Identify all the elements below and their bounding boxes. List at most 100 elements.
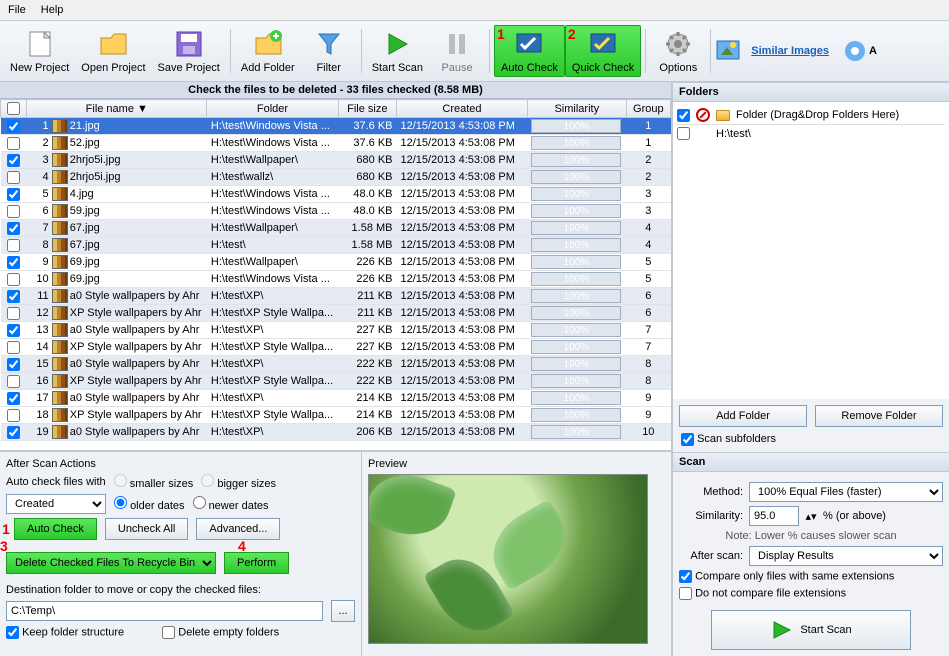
table-row[interactable]: 4 2hrjo5i.jpgH:\test\wallz\680 KB12/15/2… (1, 169, 671, 186)
row-check[interactable] (7, 324, 20, 337)
open-project-button[interactable]: Open Project (75, 26, 151, 76)
row-check[interactable] (7, 188, 20, 201)
row-check[interactable] (7, 137, 20, 150)
col-sim[interactable]: Similarity (527, 100, 626, 118)
row-check[interactable] (7, 358, 20, 371)
newer-dates-radio[interactable]: newer dates (193, 496, 269, 512)
folders-hint: Folder (Drag&Drop Folders Here) (736, 109, 899, 121)
row-check[interactable] (7, 273, 20, 286)
dest-folder-input[interactable] (6, 601, 323, 621)
thumb-icon (52, 204, 68, 218)
menu-help[interactable]: Help (41, 4, 64, 16)
col-check[interactable] (1, 100, 27, 118)
table-row[interactable]: 8 67.jpgH:\test\1.58 MB12/15/2013 4:53:0… (1, 237, 671, 254)
delete-empty-check[interactable]: Delete empty folders (162, 626, 279, 639)
row-check[interactable] (7, 375, 20, 388)
table-row[interactable]: 3 2hrjo5i.jpgH:\test\Wallpaper\680 KB12/… (1, 152, 671, 169)
start-scan-big-button[interactable]: Start Scan (711, 610, 911, 650)
folder-item-check[interactable] (677, 127, 690, 140)
older-dates-radio[interactable]: older dates (114, 496, 185, 512)
smaller-sizes-radio[interactable]: smaller sizes (114, 474, 194, 490)
row-check[interactable] (7, 341, 20, 354)
folders-list[interactable]: Folder (Drag&Drop Folders Here) H:\test\ (673, 102, 949, 399)
row-check[interactable] (7, 205, 20, 218)
start-scan-label: Start Scan (372, 62, 423, 74)
browse-button[interactable]: ... (331, 600, 355, 622)
table-row[interactable]: 14 XP Style wallpapers by AhrH:\test\XP … (1, 339, 671, 356)
row-check[interactable] (7, 307, 20, 320)
table-row[interactable]: 9 69.jpgH:\test\Wallpaper\226 KB12/15/20… (1, 254, 671, 271)
row-check[interactable] (7, 409, 20, 422)
add-folder-side-button[interactable]: Add Folder (679, 405, 807, 427)
thumb-icon (52, 306, 68, 320)
auto-check-with-label: Auto check files with (6, 476, 106, 488)
similarity-input[interactable] (749, 506, 799, 526)
row-check[interactable] (7, 222, 20, 235)
col-created[interactable]: Created (397, 100, 528, 118)
thumb-icon (52, 323, 68, 337)
thumb-icon (52, 221, 68, 235)
filter-button[interactable]: Filter (301, 26, 357, 76)
row-check[interactable] (7, 426, 20, 439)
add-folder-button[interactable]: Add Folder (235, 26, 301, 76)
row-check[interactable] (7, 171, 20, 184)
new-project-button[interactable]: New Project (4, 26, 75, 76)
save-project-button[interactable]: Save Project (152, 26, 226, 76)
row-check[interactable] (7, 120, 20, 133)
table-row[interactable]: 18 XP Style wallpapers by AhrH:\test\XP … (1, 407, 671, 424)
table-row[interactable]: 13 a0 Style wallpapers by AhrH:\test\XP\… (1, 322, 671, 339)
options-button[interactable]: Options (650, 26, 706, 76)
table-row[interactable]: 1 21.jpgH:\test\Windows Vista ...37.6 KB… (1, 118, 671, 135)
delete-action-select[interactable]: Delete Checked Files To Recycle Bin (6, 552, 216, 574)
table-row[interactable]: 19 a0 Style wallpapers by AhrH:\test\XP\… (1, 424, 671, 441)
truncated-link[interactable]: A (869, 45, 877, 57)
table-row[interactable]: 7 67.jpgH:\test\Wallpaper\1.58 MB12/15/2… (1, 220, 671, 237)
keep-structure-check[interactable]: Keep folder structure (6, 626, 124, 639)
scan-subfolders-check[interactable]: Scan subfolders (681, 433, 776, 445)
uncheck-all-button[interactable]: Uncheck All (105, 518, 188, 540)
table-row[interactable]: 17 a0 Style wallpapers by AhrH:\test\XP\… (1, 390, 671, 407)
method-select[interactable]: 100% Equal Files (faster) (749, 482, 943, 502)
table-row[interactable]: 5 4.jpgH:\test\Windows Vista ...48.0 KB1… (1, 186, 671, 203)
after-scan-select[interactable]: Display Results (749, 546, 943, 566)
auto-check-action-button[interactable]: Auto Check (14, 518, 97, 540)
quick-check-button[interactable]: 2 Quick Check (565, 25, 641, 77)
method-label: Method: (679, 486, 743, 498)
table-row[interactable]: 12 XP Style wallpapers by AhrH:\test\XP … (1, 305, 671, 322)
folder-item[interactable]: H:\test\ (677, 127, 945, 140)
created-select[interactable]: Created (6, 494, 106, 514)
auto-check-button[interactable]: 1 Auto Check (494, 25, 565, 77)
advanced-button[interactable]: Advanced... (196, 518, 280, 540)
results-grid[interactable]: File name ▼ Folder File size Created Sim… (0, 99, 671, 450)
col-size[interactable]: File size (338, 100, 396, 118)
row-check[interactable] (7, 239, 20, 252)
thumb-icon (52, 391, 68, 405)
col-group[interactable]: Group (626, 100, 670, 118)
table-row[interactable]: 10 69.jpgH:\test\Windows Vista ...226 KB… (1, 271, 671, 288)
table-row[interactable]: 6 59.jpgH:\test\Windows Vista ...48.0 KB… (1, 203, 671, 220)
perform-button[interactable]: Perform (224, 552, 289, 574)
folder-item-path: H:\test\ (716, 128, 751, 140)
row-check[interactable] (7, 290, 20, 303)
table-row[interactable]: 15 a0 Style wallpapers by AhrH:\test\XP\… (1, 356, 671, 373)
similar-images-link[interactable]: Similar Images (751, 45, 829, 57)
filter-label: Filter (316, 62, 340, 74)
row-check[interactable] (7, 256, 20, 269)
row-check[interactable] (7, 154, 20, 167)
scan-note: Note: Lower % causes slower scan (679, 530, 943, 542)
col-folder[interactable]: Folder (207, 100, 338, 118)
start-scan-button[interactable]: Start Scan (366, 26, 429, 76)
folders-header-check[interactable] (677, 109, 690, 122)
row-check[interactable] (7, 392, 20, 405)
no-compare-ext-check[interactable]: Do not compare file extensions (679, 587, 846, 600)
compare-ext-check[interactable]: Compare only files with same extensions (679, 570, 894, 583)
menu-file[interactable]: File (8, 4, 26, 16)
preview-panel: Preview (361, 452, 671, 656)
col-name[interactable]: File name ▼ (27, 100, 207, 118)
pause-button[interactable]: Pause (429, 26, 485, 76)
bigger-sizes-radio[interactable]: bigger sizes (201, 474, 276, 490)
table-row[interactable]: 16 XP Style wallpapers by AhrH:\test\XP … (1, 373, 671, 390)
table-row[interactable]: 11 a0 Style wallpapers by AhrH:\test\XP\… (1, 288, 671, 305)
remove-folder-button[interactable]: Remove Folder (815, 405, 943, 427)
table-row[interactable]: 2 52.jpgH:\test\Windows Vista ...37.6 KB… (1, 135, 671, 152)
